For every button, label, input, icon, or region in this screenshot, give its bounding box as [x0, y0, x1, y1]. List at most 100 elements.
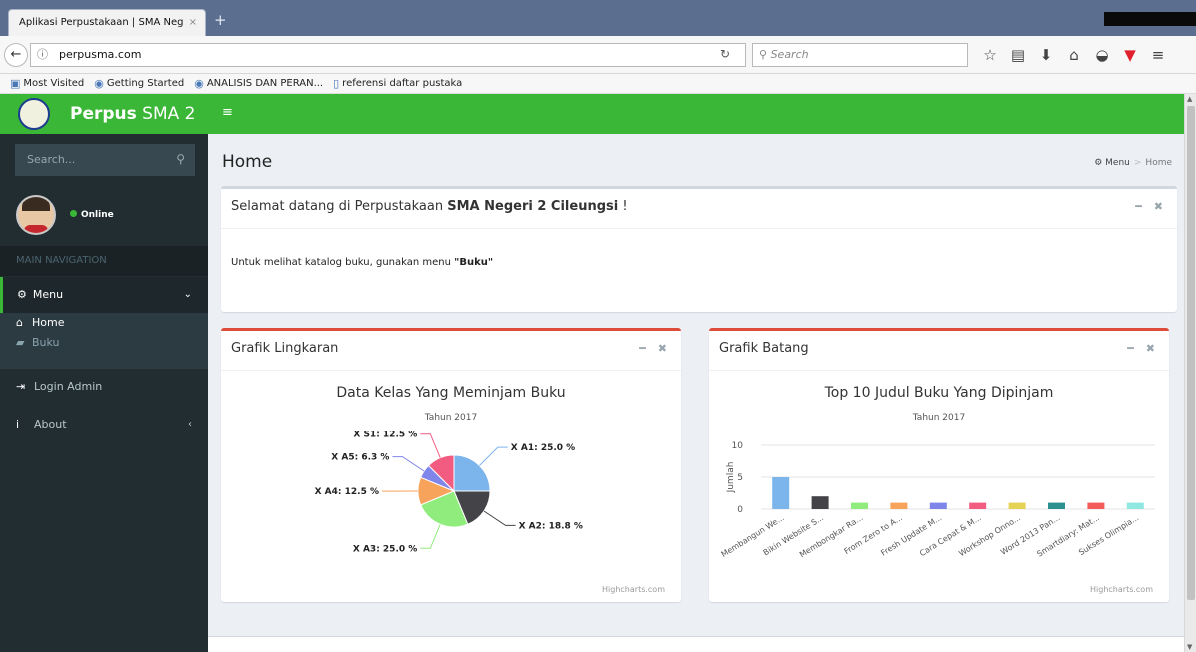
window-controls [1104, 12, 1196, 26]
pie-data-label: X S1: 12.5 % [353, 431, 417, 440]
bar[interactable] [1087, 502, 1105, 509]
tab-title: Aplikasi Perpustakaan | SMA Neg [19, 17, 184, 28]
bar[interactable] [851, 502, 868, 509]
bookmark-most-visited[interactable]: ▣ Most Visited [10, 77, 84, 90]
page-scrollbar[interactable]: ▲ ▼ [1184, 94, 1196, 652]
sidebar-item-about[interactable]: i About ‹ [0, 407, 208, 443]
bookmark-star-icon[interactable]: ☆ [976, 45, 1004, 65]
top-navbar: ≡ [208, 94, 1184, 134]
y-axis-label: Jumlah [726, 462, 736, 494]
scroll-down-arrow-icon[interactable]: ▼ [1187, 643, 1192, 651]
breadcrumb: ⚙ Menu > Home [1094, 158, 1172, 168]
online-dot-icon [70, 210, 77, 217]
welcome-suffix: ! [618, 199, 628, 214]
welcome-body: Untuk melihat katalog buku, gunakan menu… [221, 229, 1177, 296]
document-icon: ▯ [333, 77, 340, 90]
chevron-left-icon: ‹ [188, 419, 192, 430]
bar[interactable] [1126, 502, 1144, 509]
browser-tab[interactable]: Aplikasi Perpustakaan | SMA Neg × [8, 9, 206, 36]
sidebar-item-login-admin[interactable]: ⇥ Login Admin [0, 369, 208, 405]
sidebar-item-menu[interactable]: ⚙ Menu ⌄ [0, 277, 208, 313]
pie-chart-title: Data Kelas Yang Meminjam Buku [336, 385, 566, 401]
main-content: Home ⚙ Menu > Home Selamat datang di Perpu… [208, 134, 1184, 652]
search-icon[interactable]: ⚲ [176, 152, 185, 166]
pie-data-label: X A5: 6.3 % [331, 453, 389, 463]
search-bar[interactable]: ⚲ Search [752, 43, 968, 67]
chart-credits[interactable]: Highcharts.com [1090, 585, 1153, 594]
pocket-icon[interactable]: ◒ [1088, 45, 1116, 65]
bar[interactable] [890, 502, 908, 509]
welcome-prefix: Selamat datang di Perpustakaan [231, 199, 448, 214]
breadcrumb-current: Home [1145, 158, 1172, 168]
box-tools: ━ ✖ [627, 331, 667, 367]
folder-icon: ▣ [10, 77, 21, 90]
back-button[interactable]: ← [4, 43, 28, 67]
sidebar-search-placeholder: Search... [27, 153, 76, 166]
page-footer [208, 636, 1184, 652]
close-icon[interactable]: ✖ [1146, 342, 1155, 355]
submenu: ⌂ Home ▰ Buku [0, 313, 208, 369]
bookmark-referensi[interactable]: ▯ referensi daftar pustaka [333, 77, 462, 90]
x-tick-label: Membangun We... [720, 513, 786, 559]
sidebar-item-label: Menu [32, 288, 64, 301]
sidebar-search-input[interactable]: Search... ⚲ [15, 144, 195, 176]
close-tab-icon[interactable]: × [189, 17, 197, 28]
info-icon[interactable]: ⓘ [37, 44, 51, 66]
tab-bar: Aplikasi Perpustakaan | SMA Neg × + [0, 0, 1196, 36]
close-icon[interactable]: ✖ [1154, 200, 1163, 213]
info-icon: i [16, 418, 20, 431]
brand-rest: SMA 2 [142, 104, 196, 124]
home-icon: ⌂ [16, 316, 23, 329]
breadcrumb-menu[interactable]: Menu [1105, 158, 1130, 168]
web-page: Perpus SMA 2 Search... ⚲ Online MAIN NAV… [0, 94, 1196, 652]
bookmark-analisis[interactable]: ◉ ANALISIS DAN PERAN... [194, 77, 323, 90]
home-icon[interactable]: ⌂ [1060, 45, 1088, 65]
bookmark-label: ANALISIS DAN PERAN... [206, 78, 324, 89]
bookmark-getting-started[interactable]: ◉ Getting Started [94, 77, 184, 90]
bar[interactable] [1008, 502, 1026, 509]
sidebar-toggle-icon[interactable]: ≡ [222, 105, 233, 120]
bar[interactable] [929, 502, 947, 509]
bar[interactable] [772, 477, 790, 509]
sidebar: Perpus SMA 2 Search... ⚲ Online MAIN NAV… [0, 94, 208, 652]
buku-link-text: "Buku" [454, 257, 494, 268]
hamburger-menu-icon[interactable]: ≡ [1144, 45, 1172, 65]
navigation-bar: ← ⓘ perpusma.com ↻ ⚲ Search ☆ ▤ ⬇ ⌂ ◒ ▼ ≡ [0, 36, 1196, 74]
brand-bold: Perpus [70, 104, 137, 124]
school-name: SMA Negeri 2 Cileungsi [447, 199, 619, 214]
sidebar-item-label: Buku [32, 336, 60, 349]
download-icon[interactable]: ⬇ [1032, 45, 1060, 65]
pie-data-label: X A2: 18.8 % [519, 521, 583, 531]
collapse-icon[interactable]: ━ [639, 342, 646, 355]
bar[interactable] [1048, 502, 1065, 509]
sidebar-item-label: About [34, 418, 67, 431]
brand-logo[interactable]: Perpus SMA 2 [0, 94, 208, 134]
sidebar-item-buku[interactable]: ▰ Buku [0, 333, 208, 353]
section-header: MAIN NAVIGATION [0, 246, 208, 276]
bar[interactable] [969, 502, 987, 509]
collapse-icon[interactable]: ━ [1127, 342, 1134, 355]
close-icon[interactable]: ✖ [658, 342, 667, 355]
reading-list-icon[interactable]: ▤ [1004, 45, 1032, 65]
reload-icon[interactable]: ↻ [720, 47, 730, 61]
school-emblem-icon [18, 98, 50, 130]
status-text: Online [81, 210, 114, 220]
collapse-icon[interactable]: ━ [1135, 200, 1142, 213]
pie-connector [420, 524, 441, 549]
toolbar-icons: ☆ ▤ ⬇ ⌂ ◒ ▼ ≡ [976, 45, 1172, 65]
scroll-up-arrow-icon[interactable]: ▲ [1187, 95, 1192, 103]
scrollbar-thumb[interactable] [1187, 106, 1195, 600]
status-badge: Online [70, 210, 114, 220]
bar-box-header: Grafik Batang ━ ✖ [709, 331, 1169, 371]
bar[interactable] [811, 496, 829, 509]
pie-data-label: X A4: 12.5 % [315, 487, 379, 497]
chart-credits[interactable]: Highcharts.com [602, 585, 665, 594]
pie-data-label: X A3: 25.0 % [353, 544, 417, 554]
sidebar-item-home[interactable]: ⌂ Home [0, 313, 208, 333]
pie-chart-subtitle: Tahun 2017 [424, 413, 478, 423]
bar-chart: 0510JumlahMembangun We...Bikin Website S… [720, 441, 1155, 559]
url-bar[interactable]: ⓘ perpusma.com [30, 43, 746, 67]
welcome-box: Selamat datang di Perpustakaan SMA Neger… [221, 186, 1177, 312]
new-tab-button[interactable]: + [214, 11, 227, 29]
shield-icon[interactable]: ▼ [1116, 45, 1144, 65]
